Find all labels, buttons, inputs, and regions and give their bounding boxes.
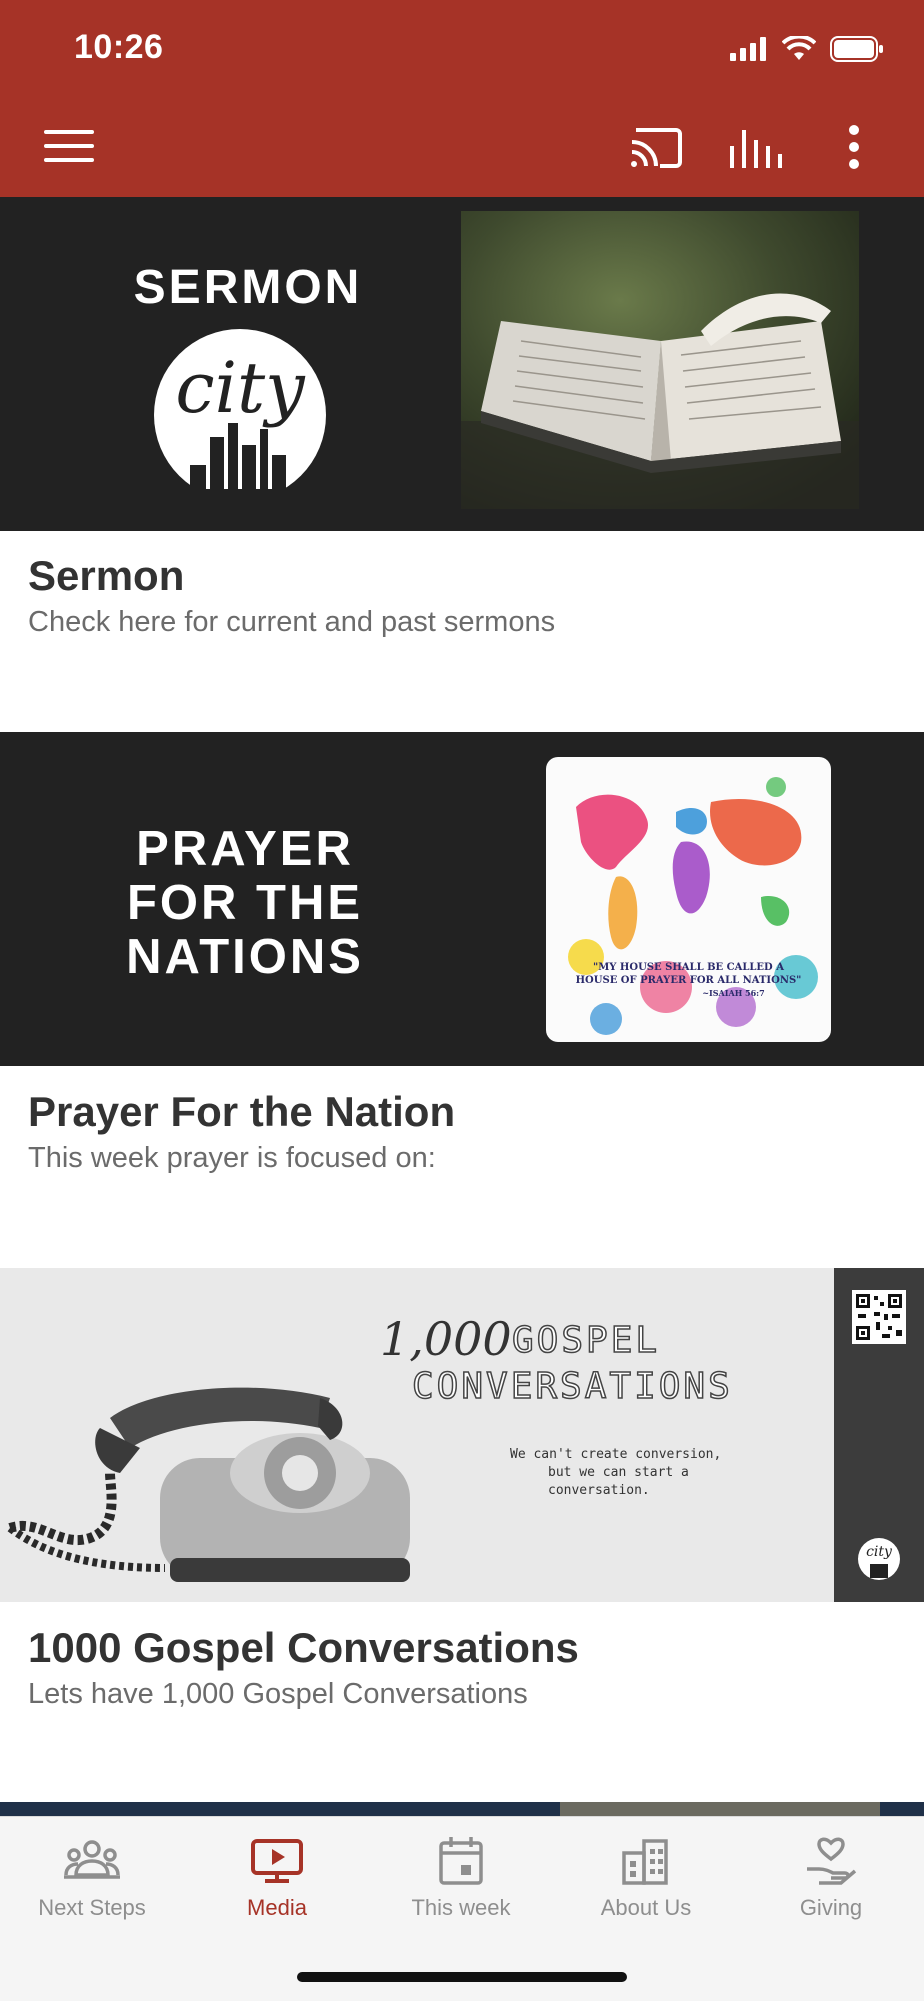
tab-media-label: Media	[247, 1895, 307, 1920]
tab-this-week-label: This week	[411, 1895, 511, 1920]
map-quote-line-2: HOUSE OF PRAYER FOR ALL NATIONS"	[575, 975, 802, 986]
tab-media[interactable]: Media	[185, 1817, 369, 1947]
more-vertical-icon[interactable]	[848, 124, 860, 170]
tab-this-week[interactable]: This week	[369, 1817, 553, 1947]
prayer-banner[interactable]: PRAYER FOR THE NATIONS "MY HOUSE SHALL B…	[0, 732, 924, 1066]
prayer-heading-line-1: PRAYER	[136, 822, 354, 876]
gospel-tagline: We can't create conversion, but we can s…	[480, 1446, 786, 1500]
play-tv-icon	[251, 1839, 303, 1883]
prayer-description: This week prayer is focused on:	[28, 1142, 436, 1174]
sermon-logo-text: city	[175, 347, 305, 429]
prayer-banner-heading: PRAYER FOR THE NATIONS	[75, 822, 415, 984]
gospel-count: 1,000	[380, 1312, 512, 1366]
gospel-tagline-line-2: but we can start a conversation.	[548, 1465, 689, 1498]
tab-about-us[interactable]: About Us	[554, 1817, 738, 1947]
people-group-icon	[64, 1840, 120, 1879]
next-card-peek-image	[560, 1802, 880, 1816]
sermon-title: Sermon	[28, 552, 185, 599]
calendar-icon	[439, 1837, 483, 1885]
tab-next-steps-label: Next Steps	[38, 1895, 146, 1920]
app-header: 10:26	[0, 0, 924, 197]
tab-giving[interactable]: Giving	[739, 1817, 923, 1947]
tab-giving-label: Giving	[799, 1895, 863, 1920]
tab-next-steps[interactable]: Next Steps	[0, 1817, 184, 1947]
map-quote-line-1: "MY HOUSE SHALL BE CALLED A	[593, 962, 784, 973]
cast-icon[interactable]	[630, 126, 682, 168]
status-icons	[730, 36, 884, 62]
home-indicator	[297, 1972, 627, 1982]
sermon-banner-heading: SERMON	[133, 261, 363, 314]
sermon-banner[interactable]: SERMON city	[0, 197, 924, 531]
world-map-image: "MY HOUSE SHALL BE CALLED A HOUSE OF PRA…	[546, 757, 831, 1042]
hamburger-icon[interactable]	[44, 128, 96, 164]
telephone-photo	[7, 1387, 410, 1582]
bible-photo	[461, 211, 859, 509]
wifi-icon	[782, 36, 816, 60]
prayer-heading-line-3: NATIONS	[126, 930, 364, 984]
qr-code-icon	[852, 1290, 906, 1344]
signal-icon	[730, 37, 766, 61]
gospel-word-1: GOSPEL	[511, 1319, 661, 1362]
gospel-tagline-line-1: We can't create conversion,	[510, 1447, 722, 1462]
prayer-heading-line-2: FOR THE	[126, 876, 364, 930]
sermon-card-text[interactable]: Sermon Check here for current and past s…	[28, 552, 555, 640]
equalizer-icon[interactable]	[730, 126, 782, 168]
prayer-card-text[interactable]: Prayer For the Nation This week prayer i…	[28, 1088, 455, 1176]
battery-icon	[830, 36, 883, 62]
gospel-title: 1000 Gospel Conversations	[28, 1624, 579, 1671]
gospel-word-2: CONVERSATIONS	[411, 1365, 733, 1408]
gospel-logo-text: city	[866, 1544, 892, 1560]
gospel-description: Lets have 1,000 Gospel Conversations	[28, 1678, 528, 1710]
tab-about-us-label: About Us	[600, 1895, 692, 1920]
buildings-icon	[622, 1839, 668, 1885]
status-time: 10:26	[74, 28, 164, 66]
gospel-city-logo: city	[858, 1538, 900, 1580]
heart-hand-icon	[807, 1837, 857, 1885]
gospel-card-text[interactable]: 1000 Gospel Conversations Lets have 1,00…	[28, 1624, 579, 1712]
sermon-description: Check here for current and past sermons	[28, 606, 556, 638]
map-quote-ref: ~ISAIAH 56:7	[702, 988, 765, 998]
gospel-side-strip: city	[834, 1268, 924, 1602]
gospel-banner[interactable]: 1,000 GOSPEL CONVERSATIONS We can't crea…	[0, 1268, 924, 1602]
prayer-title: Prayer For the Nation	[28, 1088, 456, 1135]
gospel-logo-skyline	[870, 1564, 888, 1578]
next-card-peek[interactable]	[0, 1802, 924, 1816]
map-quote: "MY HOUSE SHALL BE CALLED A HOUSE OF PRA…	[546, 961, 831, 1000]
